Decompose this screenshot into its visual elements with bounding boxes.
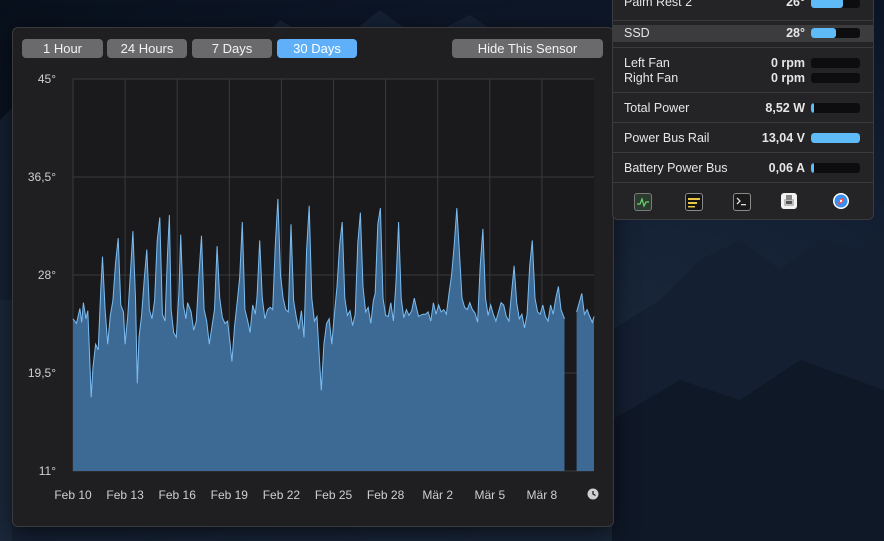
sensor-row-ssd[interactable]: SSD 28° — [613, 25, 873, 42]
y-tick-label: 11° — [39, 464, 56, 478]
sensor-label: Total Power — [624, 101, 690, 115]
sensor-row-total-power[interactable]: Total Power 8,52 W — [613, 101, 873, 117]
sensor-label: Right Fan — [624, 71, 679, 85]
temperature-history-chart: 45° 36,5° 28° 19,5° 11° Feb 10 Feb 13 Feb 16 Fe… — [28, 72, 599, 502]
y-tick-label: 19,5° — [28, 366, 56, 380]
x-tick-label: Mär 2 — [422, 488, 453, 502]
y-tick-label: 45° — [38, 72, 56, 86]
sensor-label: Left Fan — [624, 56, 670, 70]
sensor-label: SSD — [624, 26, 650, 40]
sensor-value: 13,04 V — [761, 131, 805, 145]
activity-monitor-icon[interactable] — [634, 193, 652, 211]
sensor-row-left-fan[interactable]: Left Fan 0 rpm — [613, 56, 873, 72]
x-tick-label: Feb 10 — [54, 488, 92, 502]
safari-icon[interactable] — [833, 193, 849, 209]
x-tick-label: Feb 28 — [367, 488, 405, 502]
sensor-panel: Palm Rest 2 26° SSD 28° Left Fan 0 rpm R… — [612, 0, 874, 220]
sensor-level-bar — [811, 58, 860, 68]
sensor-value: 0 rpm — [770, 71, 805, 85]
sensor-label: Power Bus Rail — [624, 131, 710, 145]
sensor-level-bar — [811, 73, 860, 83]
sensor-row-battery-power-bus[interactable]: Battery Power Bus 0,06 A — [613, 161, 873, 177]
terminal-icon[interactable] — [733, 193, 751, 211]
x-tick-label: Feb 16 — [159, 488, 197, 502]
sensor-app-icon[interactable] — [781, 193, 797, 209]
x-tick-label: Feb 22 — [263, 488, 301, 502]
sensor-label: Battery Power Bus — [624, 161, 728, 175]
history-clock-icon[interactable] — [587, 488, 599, 500]
sensor-label: Palm Rest 2 — [624, 0, 693, 9]
sensor-value: 26° — [786, 0, 805, 9]
x-tick-label: Mär 5 — [474, 488, 505, 502]
x-tick-label: Feb 25 — [315, 488, 353, 502]
console-icon[interactable] — [685, 193, 703, 211]
y-tick-label: 28° — [38, 268, 56, 282]
sensor-value: 0,06 A — [768, 161, 805, 175]
x-tick-label: Feb 19 — [211, 488, 249, 502]
sensor-value: 28° — [786, 26, 805, 40]
sensor-level-bar — [811, 28, 860, 38]
sensor-row-palm-rest-2[interactable]: Palm Rest 2 26° — [613, 0, 873, 13]
sensor-history-window: 1 Hour 24 Hours 7 Days 30 Days Hide This… — [12, 27, 614, 527]
sensor-value: 8,52 W — [765, 101, 805, 115]
sensor-level-bar — [811, 133, 860, 143]
sensor-level-bar — [811, 103, 860, 113]
sensor-value: 0 rpm — [770, 56, 805, 70]
sensor-row-right-fan[interactable]: Right Fan 0 rpm — [613, 71, 873, 87]
x-tick-label: Mär 8 — [527, 488, 558, 502]
y-tick-label: 36,5° — [28, 170, 56, 184]
sensor-level-bar — [811, 0, 860, 8]
x-tick-label: Feb 13 — [106, 488, 144, 502]
sensor-row-power-bus-rail[interactable]: Power Bus Rail 13,04 V — [613, 131, 873, 147]
sensor-level-bar — [811, 163, 860, 173]
